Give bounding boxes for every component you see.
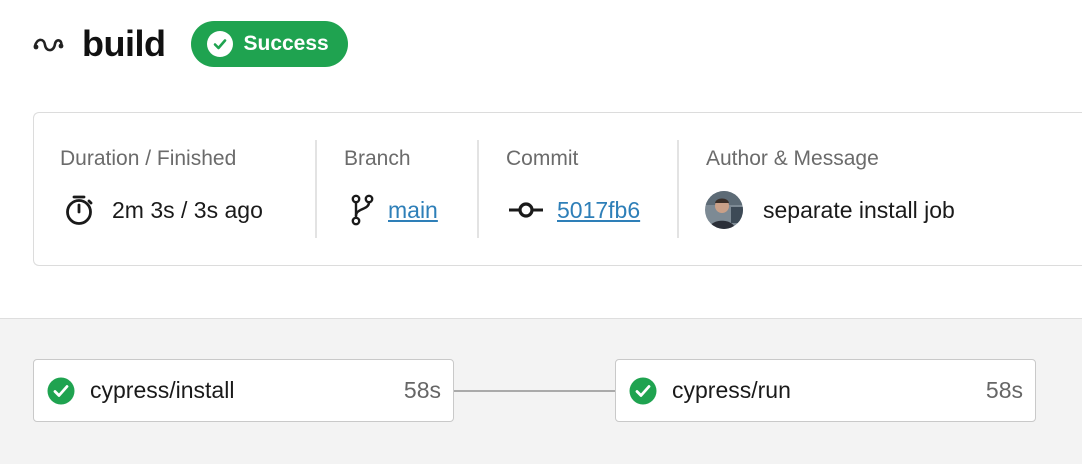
workflow-graph: cypress/install 58s cypress/run 58s bbox=[0, 318, 1082, 464]
commit-label: Commit bbox=[506, 147, 579, 170]
branch-label: Branch bbox=[344, 147, 411, 170]
job-card-cypress-run[interactable]: cypress/run 58s bbox=[615, 359, 1036, 422]
success-check-icon bbox=[47, 377, 75, 405]
commit-link[interactable]: 5017fb6 bbox=[557, 197, 640, 224]
job-duration: 58s bbox=[403, 377, 441, 403]
author-section: Author & Message separate install job bbox=[679, 113, 1079, 265]
job-card-cypress-install[interactable]: cypress/install 58s bbox=[33, 359, 454, 422]
job-duration: 58s bbox=[985, 377, 1023, 403]
page-title: build bbox=[82, 23, 166, 64]
branch-link[interactable]: main bbox=[388, 197, 438, 224]
duration-value: 2m 3s / 3s ago bbox=[112, 196, 263, 223]
job-name: cypress/run bbox=[672, 377, 791, 403]
page-header: build Success bbox=[32, 20, 348, 68]
avatar bbox=[705, 191, 743, 229]
commit-message: separate install job bbox=[763, 196, 955, 223]
job-connector bbox=[454, 390, 616, 392]
git-branch-icon bbox=[350, 192, 374, 228]
workflow-icon bbox=[32, 32, 66, 56]
stopwatch-icon bbox=[62, 193, 96, 227]
duration-section: Duration / Finished 2m 3s / 3s ago bbox=[34, 113, 317, 265]
job-name: cypress/install bbox=[90, 377, 235, 403]
commit-section: Commit 5017fb6 bbox=[479, 113, 679, 265]
author-label: Author & Message bbox=[706, 147, 879, 170]
git-commit-icon bbox=[508, 200, 544, 220]
status-badge: Success bbox=[191, 21, 348, 67]
success-check-icon bbox=[629, 377, 657, 405]
status-badge-label: Success bbox=[243, 32, 329, 55]
duration-label: Duration / Finished bbox=[60, 147, 237, 170]
pipeline-summary-card: Duration / Finished 2m 3s / 3s ago Branc… bbox=[33, 112, 1082, 266]
branch-section: Branch main bbox=[317, 113, 479, 265]
check-circle-icon bbox=[207, 31, 234, 57]
